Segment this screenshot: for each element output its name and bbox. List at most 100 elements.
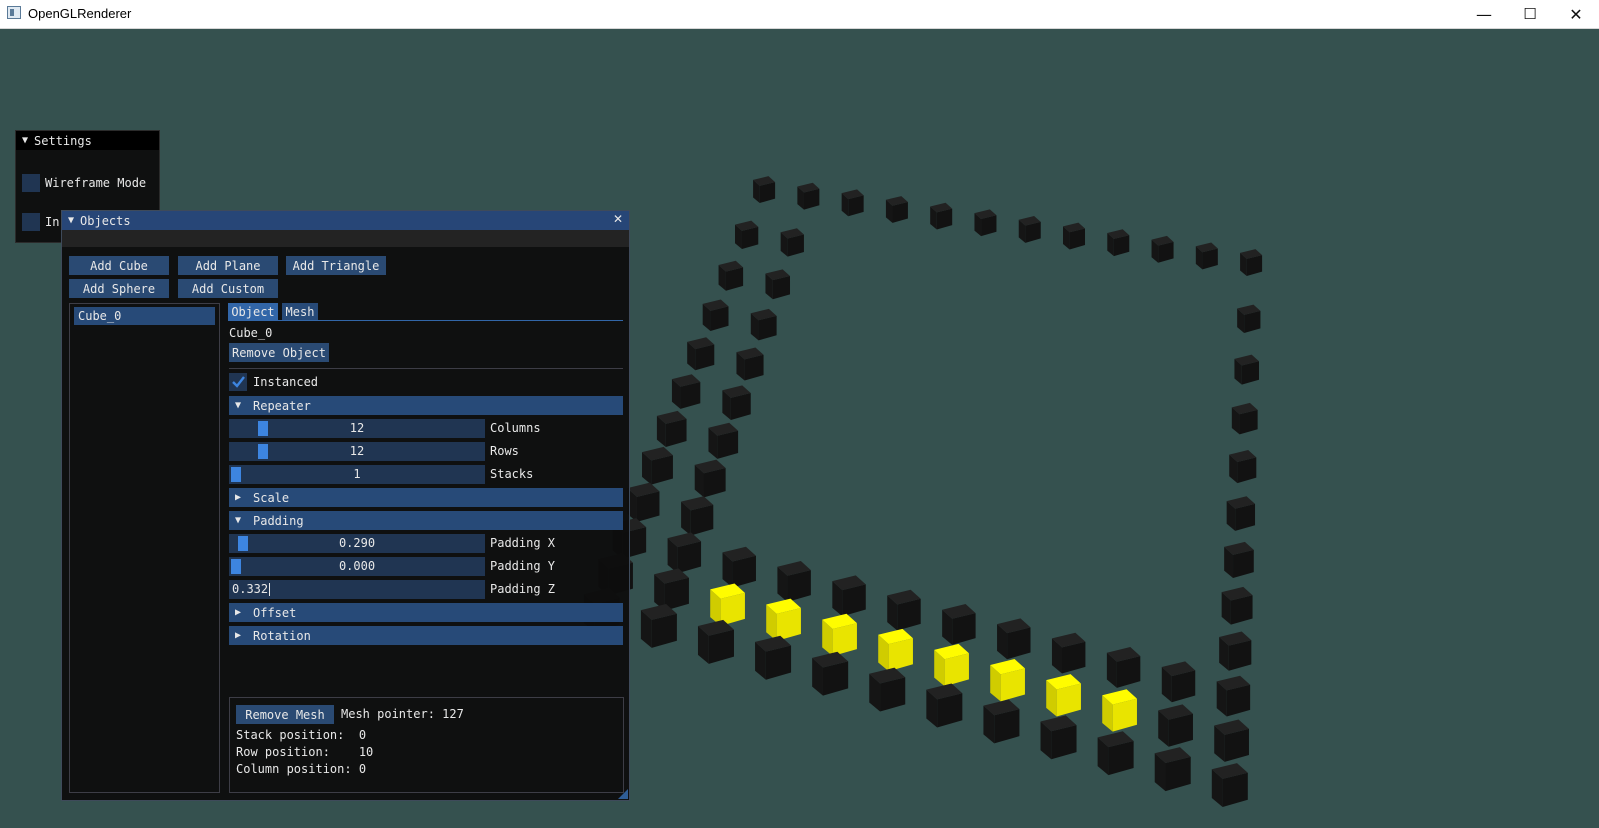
objects-titlebar[interactable]: ▼ Objects ✕ [62, 211, 629, 230]
columns-value: 12 [349, 421, 365, 435]
cube [1237, 304, 1261, 333]
cube [1151, 235, 1174, 263]
tab-object[interactable]: Object [228, 303, 278, 320]
expanded-arrow-icon: ▼ [235, 400, 242, 411]
repeater-header[interactable]: ▼ Repeater [229, 396, 623, 415]
close-icon[interactable]: ✕ [1553, 0, 1599, 28]
repeater-header-label: Repeater [253, 398, 311, 413]
stacks-label: Stacks [490, 467, 534, 481]
cube [1211, 763, 1248, 807]
rows-label: Rows [490, 444, 519, 458]
padding-x-slider[interactable]: 0.290 [229, 534, 485, 553]
cube [753, 176, 776, 203]
cube [642, 446, 673, 485]
cube [654, 568, 689, 611]
columns-label: Columns [490, 421, 541, 435]
collapse-arrow-icon[interactable]: ▼ [68, 215, 74, 226]
padding-z-input[interactable]: 0.332 [229, 580, 485, 599]
stacks-slider[interactable]: 1 [229, 465, 485, 484]
cube [1226, 496, 1256, 531]
maximize-icon[interactable]: ☐ [1507, 0, 1553, 28]
cube [735, 220, 759, 250]
tab-mesh[interactable]: Mesh [282, 303, 318, 320]
offset-header-label: Offset [253, 605, 297, 620]
cube [765, 269, 791, 300]
cube-selected [990, 659, 1025, 702]
padding-y-label: Padding Y [490, 559, 556, 573]
mesh-pointer-text: Mesh pointer: 127 [341, 707, 464, 721]
cube [736, 347, 764, 381]
minimize-icon[interactable]: — [1461, 0, 1507, 28]
settings-titlebar[interactable]: ▼ Settings [16, 131, 159, 150]
instanced-label: Instanced [253, 375, 319, 389]
objects-window: ▼ Objects ✕ Add Cube Add Plane Add Trian… [61, 210, 630, 801]
resize-grip[interactable] [618, 789, 628, 799]
cube [755, 635, 792, 680]
stacks-value: 1 [353, 467, 361, 481]
cube-selected [1046, 674, 1081, 717]
cube [1216, 675, 1251, 717]
window-titlebar: OpenGLRenderer — ☐ ✕ [0, 0, 1599, 29]
cube [812, 651, 849, 696]
cube [1214, 719, 1249, 762]
rows-slider[interactable]: 12 [229, 442, 485, 461]
wireframe-label: Wireframe Mode [45, 176, 147, 190]
close-icon[interactable]: ✕ [613, 212, 623, 226]
separator [229, 368, 623, 369]
row-position-text: Row position: 10 [236, 745, 374, 759]
rotation-header[interactable]: ▶ Rotation [229, 626, 623, 645]
cube-selected [766, 598, 801, 641]
padding-z-value[interactable]: 0.332 [232, 580, 268, 599]
cube [750, 308, 777, 341]
cube [930, 202, 953, 230]
cube [1229, 450, 1257, 484]
cube [694, 459, 726, 498]
collapsed-arrow-icon: ▶ [235, 492, 242, 503]
padding-header[interactable]: ▼ Padding [229, 511, 623, 530]
cube [1106, 647, 1141, 688]
padding-x-value: 0.290 [338, 536, 376, 550]
remove-object-button[interactable]: Remove Object [229, 343, 329, 362]
collapse-arrow-icon[interactable]: ▼ [22, 135, 28, 146]
add-sphere-button[interactable]: Add Sphere [69, 279, 169, 298]
column-position-text: Column position: 0 [236, 762, 367, 776]
columns-slider[interactable]: 12 [229, 419, 485, 438]
scale-header[interactable]: ▶ Scale [229, 488, 623, 507]
rows-value: 12 [349, 444, 365, 458]
list-item[interactable]: Cube_0 [74, 307, 215, 325]
cube [667, 532, 702, 574]
cube-selected [822, 613, 857, 657]
cube [983, 699, 1020, 744]
cube [797, 182, 820, 210]
offset-header[interactable]: ▶ Offset [229, 603, 623, 622]
add-plane-button[interactable]: Add Plane [178, 256, 278, 275]
padding-y-slider[interactable]: 0.000 [229, 557, 485, 576]
object-list-panel: Cube_0 [69, 303, 220, 793]
selected-object-name: Cube_0 [229, 326, 273, 340]
cube [885, 196, 908, 223]
collapsed-arrow-icon: ▶ [235, 607, 242, 618]
cube [722, 385, 751, 420]
cube [1018, 215, 1041, 243]
settings-title: Settings [34, 133, 92, 148]
cube [1219, 631, 1252, 671]
instanced-checkbox[interactable] [229, 373, 247, 391]
cube [1051, 632, 1086, 674]
remove-mesh-button[interactable]: Remove Mesh [236, 705, 334, 724]
add-triangle-button[interactable]: Add Triangle [286, 256, 386, 275]
add-custom-button[interactable]: Add Custom [178, 279, 278, 298]
padding-x-label: Padding X [490, 536, 556, 550]
cube [1231, 402, 1258, 435]
cube [869, 667, 906, 712]
cube [777, 561, 811, 602]
add-cube-button[interactable]: Add Cube [69, 256, 169, 275]
wireframe-checkbox[interactable] [22, 174, 40, 192]
cube [942, 604, 976, 645]
cube-selected [710, 583, 745, 626]
cube [640, 603, 677, 648]
cube [974, 209, 997, 237]
checkmark-icon [232, 376, 245, 388]
cube [832, 575, 866, 617]
scale-header-label: Scale [253, 490, 290, 505]
second-checkbox[interactable] [22, 213, 40, 231]
